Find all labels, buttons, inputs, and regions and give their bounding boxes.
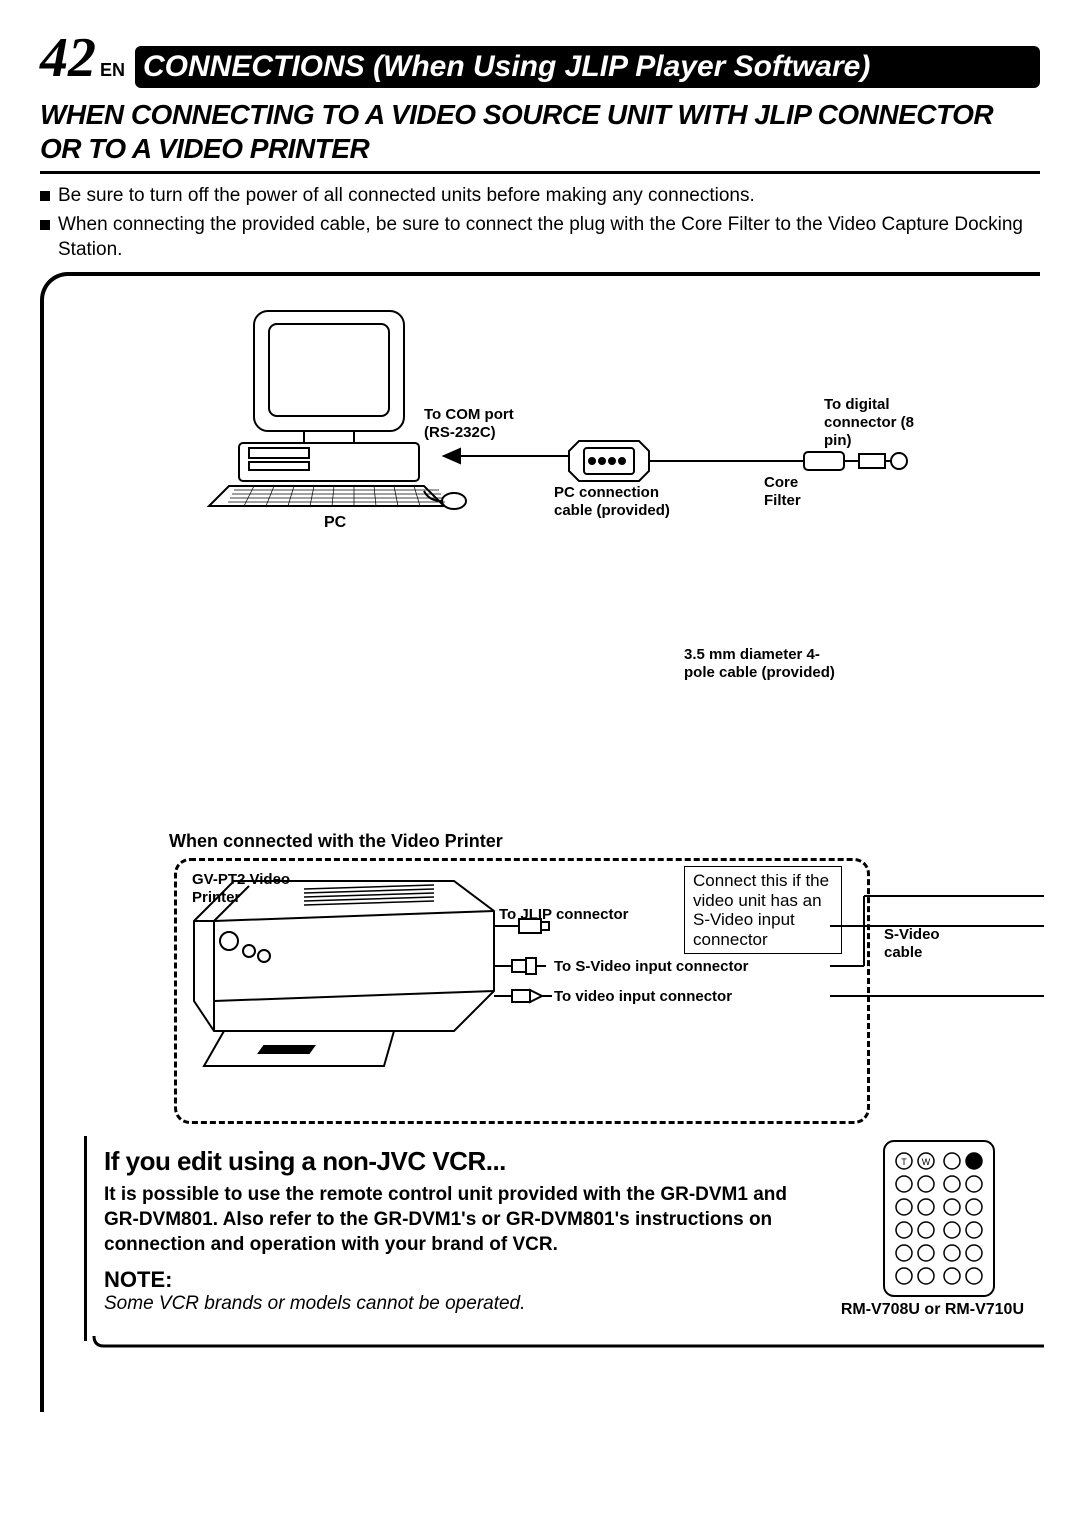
chapter-title: CONNECTIONS (When Using JLIP Player Soft… [135, 46, 1040, 88]
to-video-label: To video input connector [554, 988, 732, 1006]
remote-icon: T W [874, 1136, 1004, 1306]
intro-bullets: Be sure to turn off the power of all con… [40, 184, 1040, 262]
bottom-rule [84, 1336, 1044, 1366]
svg-text:W: W [922, 1157, 931, 1167]
connection-diagram: To COM port (RS-232C) PC PC connection c… [40, 272, 1040, 1412]
page-number: 42 [40, 30, 96, 86]
printer-section-heading: When connected with the Video Printer [169, 831, 503, 852]
to-com-port-label: To COM port (RS-232C) [424, 406, 544, 442]
pc-cable-label: PC connection cable (provided) [554, 484, 694, 520]
svideo-cable-label: S-Video cable [884, 926, 964, 962]
to-jlip-label: To JLIP connector [499, 906, 628, 924]
edit-body: It is possible to use the remote control… [104, 1183, 824, 1257]
to-svideo-label: To S-Video input connector [554, 958, 748, 976]
core-filter-label: Core Filter [764, 474, 834, 510]
svideo-note: Connect this if the video unit has an S-… [684, 866, 842, 954]
remote-model-label: RM-V708U or RM-V710U [841, 1301, 1024, 1319]
section-heading: When Connecting to a Video Source Unit w… [40, 98, 1040, 174]
bullet-icon [40, 220, 50, 230]
bottom-left-rule [84, 1136, 87, 1341]
bottom-section: If you edit using a non-JVC VCR... It is… [104, 1146, 1024, 1315]
bullet-icon [40, 191, 50, 201]
to-digital-label: To digital connector (8 pin) [824, 396, 924, 450]
header: 42 EN CONNECTIONS (When Using JLIP Playe… [40, 30, 1040, 88]
pc-label: PC [324, 514, 346, 532]
svg-text:T: T [901, 1157, 907, 1167]
bullet-text: When connecting the provided cable, be s… [58, 213, 1040, 262]
bullet-text: Be sure to turn off the power of all con… [58, 184, 755, 209]
pole-cable-label: 3.5 mm diameter 4-pole cable (provided) [684, 646, 844, 682]
language-code: EN [100, 60, 125, 81]
manual-page: 42 EN CONNECTIONS (When Using JLIP Playe… [0, 0, 1080, 1452]
printer-label: GV-PT2 Video Printer [192, 871, 312, 907]
